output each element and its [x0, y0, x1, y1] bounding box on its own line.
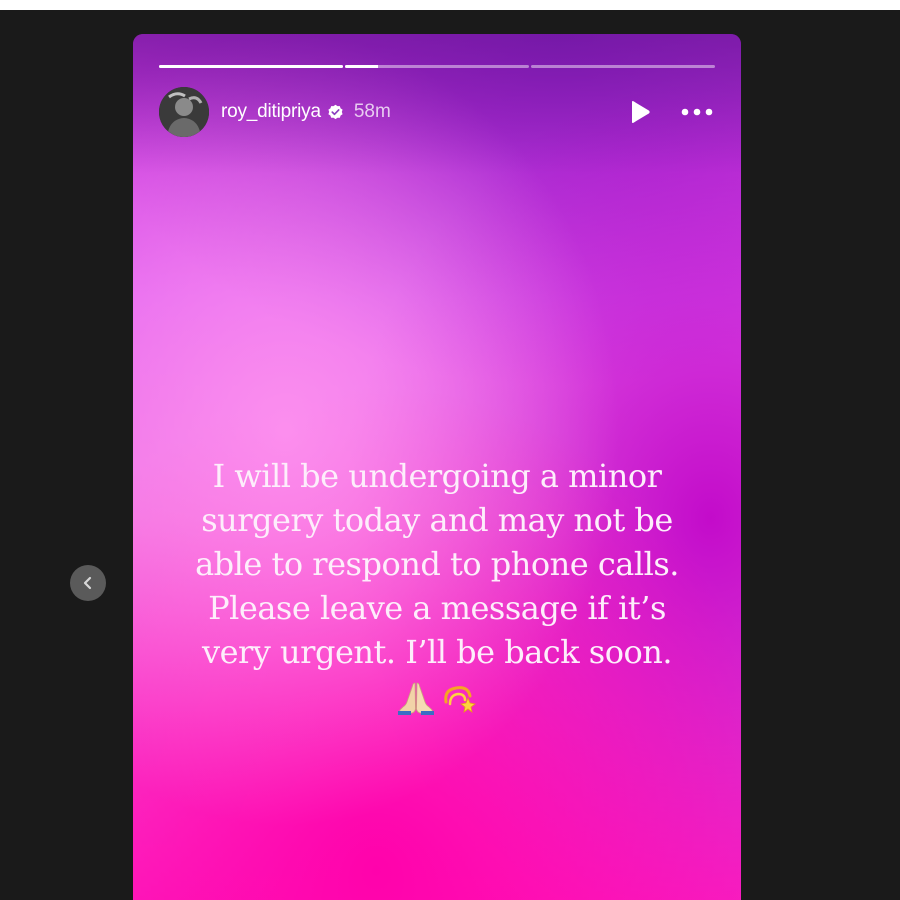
story-text-line: surgery today and may not be	[201, 501, 673, 539]
more-options-button[interactable]	[679, 99, 715, 125]
story-header: roy_ditipriya 58m	[159, 86, 715, 138]
story-text-line: very urgent. I’ll be back soon.	[201, 633, 673, 671]
story-card[interactable]: roy_ditipriya 58m I will be undergoing a…	[133, 34, 741, 900]
progress-segment	[345, 65, 529, 68]
username[interactable]: roy_ditipriya	[221, 101, 321, 123]
chevron-left-icon	[83, 576, 92, 590]
verified-badge-icon	[328, 104, 343, 119]
more-horizontal-icon	[681, 108, 713, 116]
play-icon	[632, 101, 650, 123]
profile-photo-icon	[159, 87, 209, 137]
story-timestamp: 58m	[353, 101, 391, 122]
story-emojis	[133, 680, 741, 716]
story-text: I will be undergoing a minor surgery tod…	[163, 454, 711, 674]
story-text-line: able to respond to phone calls.	[195, 545, 679, 583]
avatar[interactable]	[159, 87, 209, 137]
story-text-line: Please leave a message if it’s	[208, 589, 666, 627]
play-button[interactable]	[627, 99, 653, 125]
dizzy-star-icon	[444, 686, 476, 713]
story-text-line: I will be undergoing a minor	[212, 457, 662, 495]
story-viewer: roy_ditipriya 58m I will be undergoing a…	[0, 10, 900, 900]
story-progress-bar	[159, 65, 715, 68]
progress-segment	[531, 65, 715, 68]
previous-story-button[interactable]	[70, 565, 106, 601]
folded-hands-icon	[398, 682, 434, 715]
progress-segment	[159, 65, 343, 68]
